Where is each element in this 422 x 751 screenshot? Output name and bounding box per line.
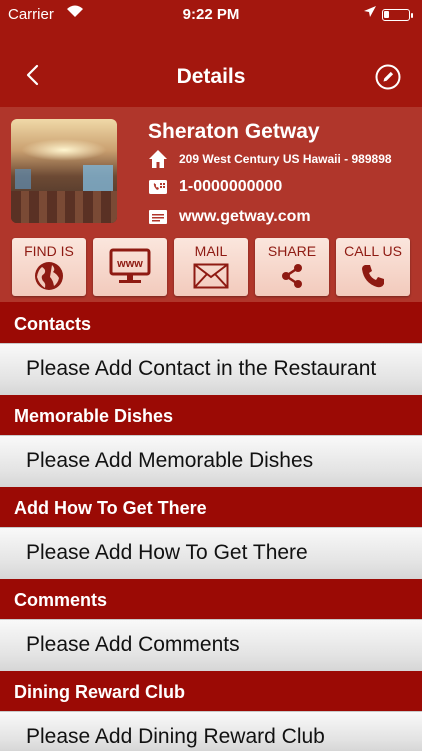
directions-placeholder: Please Add How To Get There (26, 541, 308, 564)
call-button[interactable]: CALL US (336, 238, 410, 296)
contacts-row[interactable]: Please Add Contact in the Restaurant (0, 343, 422, 395)
phone-icon (362, 265, 384, 288)
comments-placeholder: Please Add Comments (26, 633, 240, 656)
website-text: www.getway.com (179, 208, 311, 225)
clock: 9:22 PM (182, 6, 240, 23)
memorable-dishes-placeholder: Please Add Memorable Dishes (26, 449, 314, 472)
find-button[interactable]: FIND IS (12, 238, 86, 296)
address-text: 209 West Century US Hawaii - 989898 (179, 152, 392, 166)
globe-icon (35, 262, 63, 290)
share-button-label: SHARE (267, 243, 317, 259)
restaurant-name: Sheraton Getway (148, 120, 320, 143)
status-bar: Carrier 9:22 PM (0, 0, 422, 30)
memorable-dishes-row[interactable]: Please Add Memorable Dishes (0, 435, 422, 487)
contacts-title: Contacts (14, 314, 92, 334)
restaurant-header: Sheraton Getway 209 West Century US Hawa… (0, 107, 422, 302)
web-page-icon (149, 210, 167, 224)
edit-pencil-icon[interactable] (375, 64, 401, 90)
comments-title: Comments (14, 590, 108, 610)
dining-reward-row[interactable]: Please Add Dining Reward Club (0, 711, 422, 751)
svg-text:www: www (116, 258, 143, 270)
location-arrow-icon (364, 6, 376, 17)
call-button-label: CALL US (344, 243, 402, 259)
directions-row[interactable]: Please Add How To Get There (0, 527, 422, 579)
memorable-dishes-title: Memorable Dishes (14, 406, 174, 426)
share-button[interactable]: SHARE (255, 238, 329, 296)
share-icon (282, 264, 302, 288)
comments-row[interactable]: Please Add Comments (0, 619, 422, 671)
dining-reward-title: Dining Reward Club (14, 682, 185, 702)
dining-reward-placeholder: Please Add Dining Reward Club (26, 725, 325, 748)
website-button[interactable]: www (93, 238, 167, 296)
www-monitor-icon: www (109, 248, 151, 283)
find-button-label: FIND IS (24, 243, 74, 259)
mail-button-label: MAIL (194, 243, 228, 259)
home-icon (149, 150, 167, 168)
directions-title: Add How To Get There (14, 498, 207, 518)
mail-button[interactable]: MAIL (174, 238, 248, 296)
contacts-placeholder: Please Add Contact in the Restaurant (26, 357, 377, 380)
restaurant-photo (11, 119, 117, 223)
phone-text: 1-0000000000 (179, 178, 283, 195)
nav-bar: Details (0, 30, 422, 107)
battery-icon (382, 9, 413, 21)
page-title: Details (176, 65, 246, 88)
telephone-icon (149, 180, 167, 194)
envelope-icon (193, 263, 229, 289)
